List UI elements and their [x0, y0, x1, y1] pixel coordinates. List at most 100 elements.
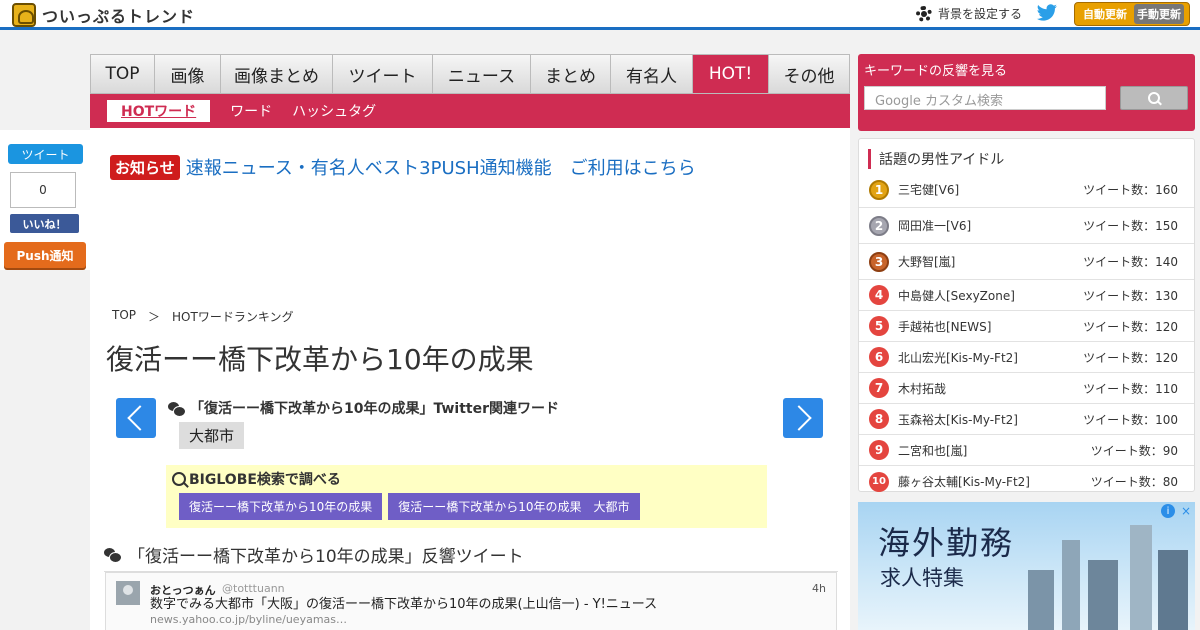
rank-name[interactable]: 北山宏光[Kis-My-Ft2] [898, 349, 1018, 366]
ranking-row[interactable]: 4 中島健人[SexyZone] ツイート数：130 [859, 280, 1194, 311]
ad-building-shape [1062, 540, 1080, 630]
next-arrow-button[interactable] [783, 398, 823, 438]
nav-matome[interactable]: まとめ [531, 55, 611, 93]
rank-number-icon: 4 [869, 285, 889, 305]
notice-banner[interactable]: お知らせ 速報ニュース・有名人ベスト3PUSH通知機能 ご利用はこちら [110, 154, 696, 180]
custom-search-input[interactable]: Google カスタム検索 [864, 86, 1106, 110]
ad-info-icon[interactable]: i [1161, 504, 1175, 518]
nav-tweets[interactable]: ツイート [333, 55, 433, 93]
twitter-icon[interactable] [1036, 4, 1058, 22]
rank-count: ツイート数：140 [1083, 255, 1178, 269]
nav-celebrities[interactable]: 有名人 [611, 55, 693, 93]
tweet-text: 数字でみる大都市「大阪」の復活ーー橋下改革から10年の成果(上山信一) - Y!… [150, 597, 830, 627]
rank-name[interactable]: 木村拓哉 [898, 380, 946, 397]
nav-news[interactable]: ニュース [433, 55, 531, 93]
ad-building-shape [1130, 525, 1152, 630]
subnav-hashtag[interactable]: ハッシュタグ [292, 101, 376, 121]
ad-building-shape [1158, 550, 1188, 630]
background-setting-link[interactable]: 背景を設定する [916, 5, 1022, 22]
tweet-card[interactable]: おとっつぁん @totttuann 4h 数字でみる大都市「大阪」の復活ーー橋下… [105, 572, 837, 630]
rank-name[interactable]: 中島健人[SexyZone] [898, 287, 1015, 304]
rank-name[interactable]: 手越祐也[NEWS] [898, 318, 991, 335]
subnav-hot-word[interactable]: HOTワード [107, 100, 211, 122]
rank-number-icon: 8 [869, 409, 889, 429]
ranking-row[interactable]: 10 藤ヶ谷太輔[Kis-My-Ft2] ツイート数：80 [859, 466, 1194, 497]
rank-name[interactable]: 玉森裕太[Kis-My-Ft2] [898, 411, 1018, 428]
nav-other[interactable]: その他 [769, 55, 849, 93]
tweet-user-name[interactable]: おとっつぁん [150, 582, 216, 598]
ranking-row[interactable]: 7 木村拓哉 ツイート数：110 [859, 373, 1194, 404]
ranking-row[interactable]: 9 二宮和也[嵐] ツイート数：90 [859, 435, 1194, 466]
notice-link[interactable]: 速報ニュース・有名人ベスト3PUSH通知機能 ご利用はこちら [186, 154, 696, 180]
ad-close-icon[interactable]: × [1179, 504, 1193, 518]
rank-count: ツイート数：160 [1083, 183, 1178, 197]
logo-icon [12, 3, 36, 27]
rank-medal-icon: 2 [869, 215, 889, 236]
chat-bubble-icon [168, 401, 186, 417]
nav-hot[interactable]: HOT! [693, 55, 769, 93]
gear-icon [916, 5, 932, 22]
tweet-link[interactable]: news.yahoo.co.jp/byline/ueyamas… [150, 613, 347, 626]
main-content: TOP 画像 画像まとめ ツイート ニュース まとめ 有名人 HOT! その他 … [90, 54, 850, 630]
ranking-title: 話題の男性アイドル [868, 149, 1004, 169]
tweet-user-handle[interactable]: @totttuann [222, 582, 285, 595]
rank-name[interactable]: 大野智[嵐] [898, 253, 955, 270]
share-sidebar: ツイート 0 いいね！ Push通知 [0, 130, 90, 270]
rank-count: ツイート数：130 [1083, 288, 1178, 303]
tweet-time: 4h [812, 582, 826, 595]
auto-update-button[interactable]: 自動更新 [1080, 4, 1130, 24]
reaction-tweets-header: 「復活ーー橋下改革から10年の成果」反響ツイート [104, 542, 838, 572]
rank-name[interactable]: 岡田准一[V6] [898, 217, 971, 234]
related-word-tag[interactable]: 大都市 [179, 422, 245, 449]
rank-name[interactable]: 藤ヶ谷太輔[Kis-My-Ft2] [898, 473, 1030, 490]
breadcrumb-top[interactable]: TOP [112, 308, 136, 325]
avatar[interactable] [116, 581, 140, 605]
rank-name[interactable]: 二宮和也[嵐] [898, 442, 967, 459]
rank-number-icon: 10 [869, 471, 889, 492]
rank-count: ツイート数：90 [1090, 443, 1178, 458]
rank-count: ツイート数：110 [1083, 381, 1178, 396]
logo-text: ついっぷるトレンド [42, 7, 196, 26]
keyword-search-title: キーワードの反響を見る [864, 64, 1008, 79]
push-notification-button[interactable]: Push通知 [4, 242, 86, 268]
rank-medal-icon: 1 [869, 179, 889, 200]
search-button[interactable] [1120, 86, 1188, 110]
facebook-like-button[interactable]: いいね！ [10, 214, 79, 233]
biglobe-title-text: BIGLOBE検索で調べる [189, 472, 341, 488]
rank-number-icon: 5 [869, 316, 889, 336]
nav-image-summary[interactable]: 画像まとめ [221, 55, 333, 93]
rank-number-icon: 7 [869, 378, 889, 398]
nav-images[interactable]: 画像 [155, 55, 221, 93]
update-mode-toggle[interactable]: 自動更新 手動更新 [1074, 2, 1190, 26]
breadcrumb-separator: ＞ [148, 310, 161, 324]
ad-banner[interactable]: 海外勤務 求人特集 i × [858, 502, 1195, 630]
related-words-header: 「復活ーー橋下改革から10年の成果」Twitter関連ワード [168, 398, 559, 418]
ranking-row[interactable]: 2 岡田准一[V6] ツイート数：150 [859, 208, 1194, 244]
rank-count: ツイート数：100 [1083, 412, 1178, 427]
prev-arrow-button[interactable] [116, 398, 156, 438]
keyword-search-box: キーワードの反響を見る Google カスタム検索 [858, 54, 1195, 131]
related-words-title: 「復活ーー橋下改革から10年の成果」Twitter関連ワード [190, 401, 560, 417]
site-logo[interactable]: ついっぷるトレンド [12, 3, 195, 27]
tweet-body: 数字でみる大都市「大阪」の復活ーー橋下改革から10年の成果(上山信一) - Y!… [150, 597, 658, 612]
main-nav: TOP 画像 画像まとめ ツイート ニュース まとめ 有名人 HOT! その他 [90, 54, 850, 94]
ranking-row[interactable]: 3 大野智[嵐] ツイート数：140 [859, 244, 1194, 280]
biglobe-search-button[interactable]: 復活ーー橋下改革から10年の成果 [179, 493, 383, 520]
sub-nav: HOTワード ワード ハッシュタグ [90, 94, 850, 128]
subnav-word[interactable]: ワード [230, 101, 272, 121]
ad-building-shape [1088, 560, 1118, 630]
ranking-box: 話題の男性アイドル 1 三宅健[V6] ツイート数：160 2 岡田准一[V6]… [858, 138, 1195, 492]
ranking-row[interactable]: 5 手越祐也[NEWS] ツイート数：120 [859, 311, 1194, 342]
rank-name[interactable]: 三宅健[V6] [898, 181, 959, 198]
ranking-row[interactable]: 8 玉森裕太[Kis-My-Ft2] ツイート数：100 [859, 404, 1194, 435]
like-count: 0 [10, 172, 76, 208]
rank-medal-icon: 3 [869, 251, 889, 272]
manual-update-button[interactable]: 手動更新 [1134, 4, 1184, 24]
rank-count: ツイート数：120 [1083, 350, 1178, 365]
rank-number-icon: 9 [869, 440, 889, 460]
nav-top[interactable]: TOP [91, 55, 155, 93]
biglobe-search-button-with-tag[interactable]: 復活ーー橋下改革から10年の成果 大都市 [388, 493, 640, 520]
ranking-row[interactable]: 1 三宅健[V6] ツイート数：160 [859, 172, 1194, 208]
tweet-share-button[interactable]: ツイート [8, 144, 83, 164]
ranking-row[interactable]: 6 北山宏光[Kis-My-Ft2] ツイート数：120 [859, 342, 1194, 373]
